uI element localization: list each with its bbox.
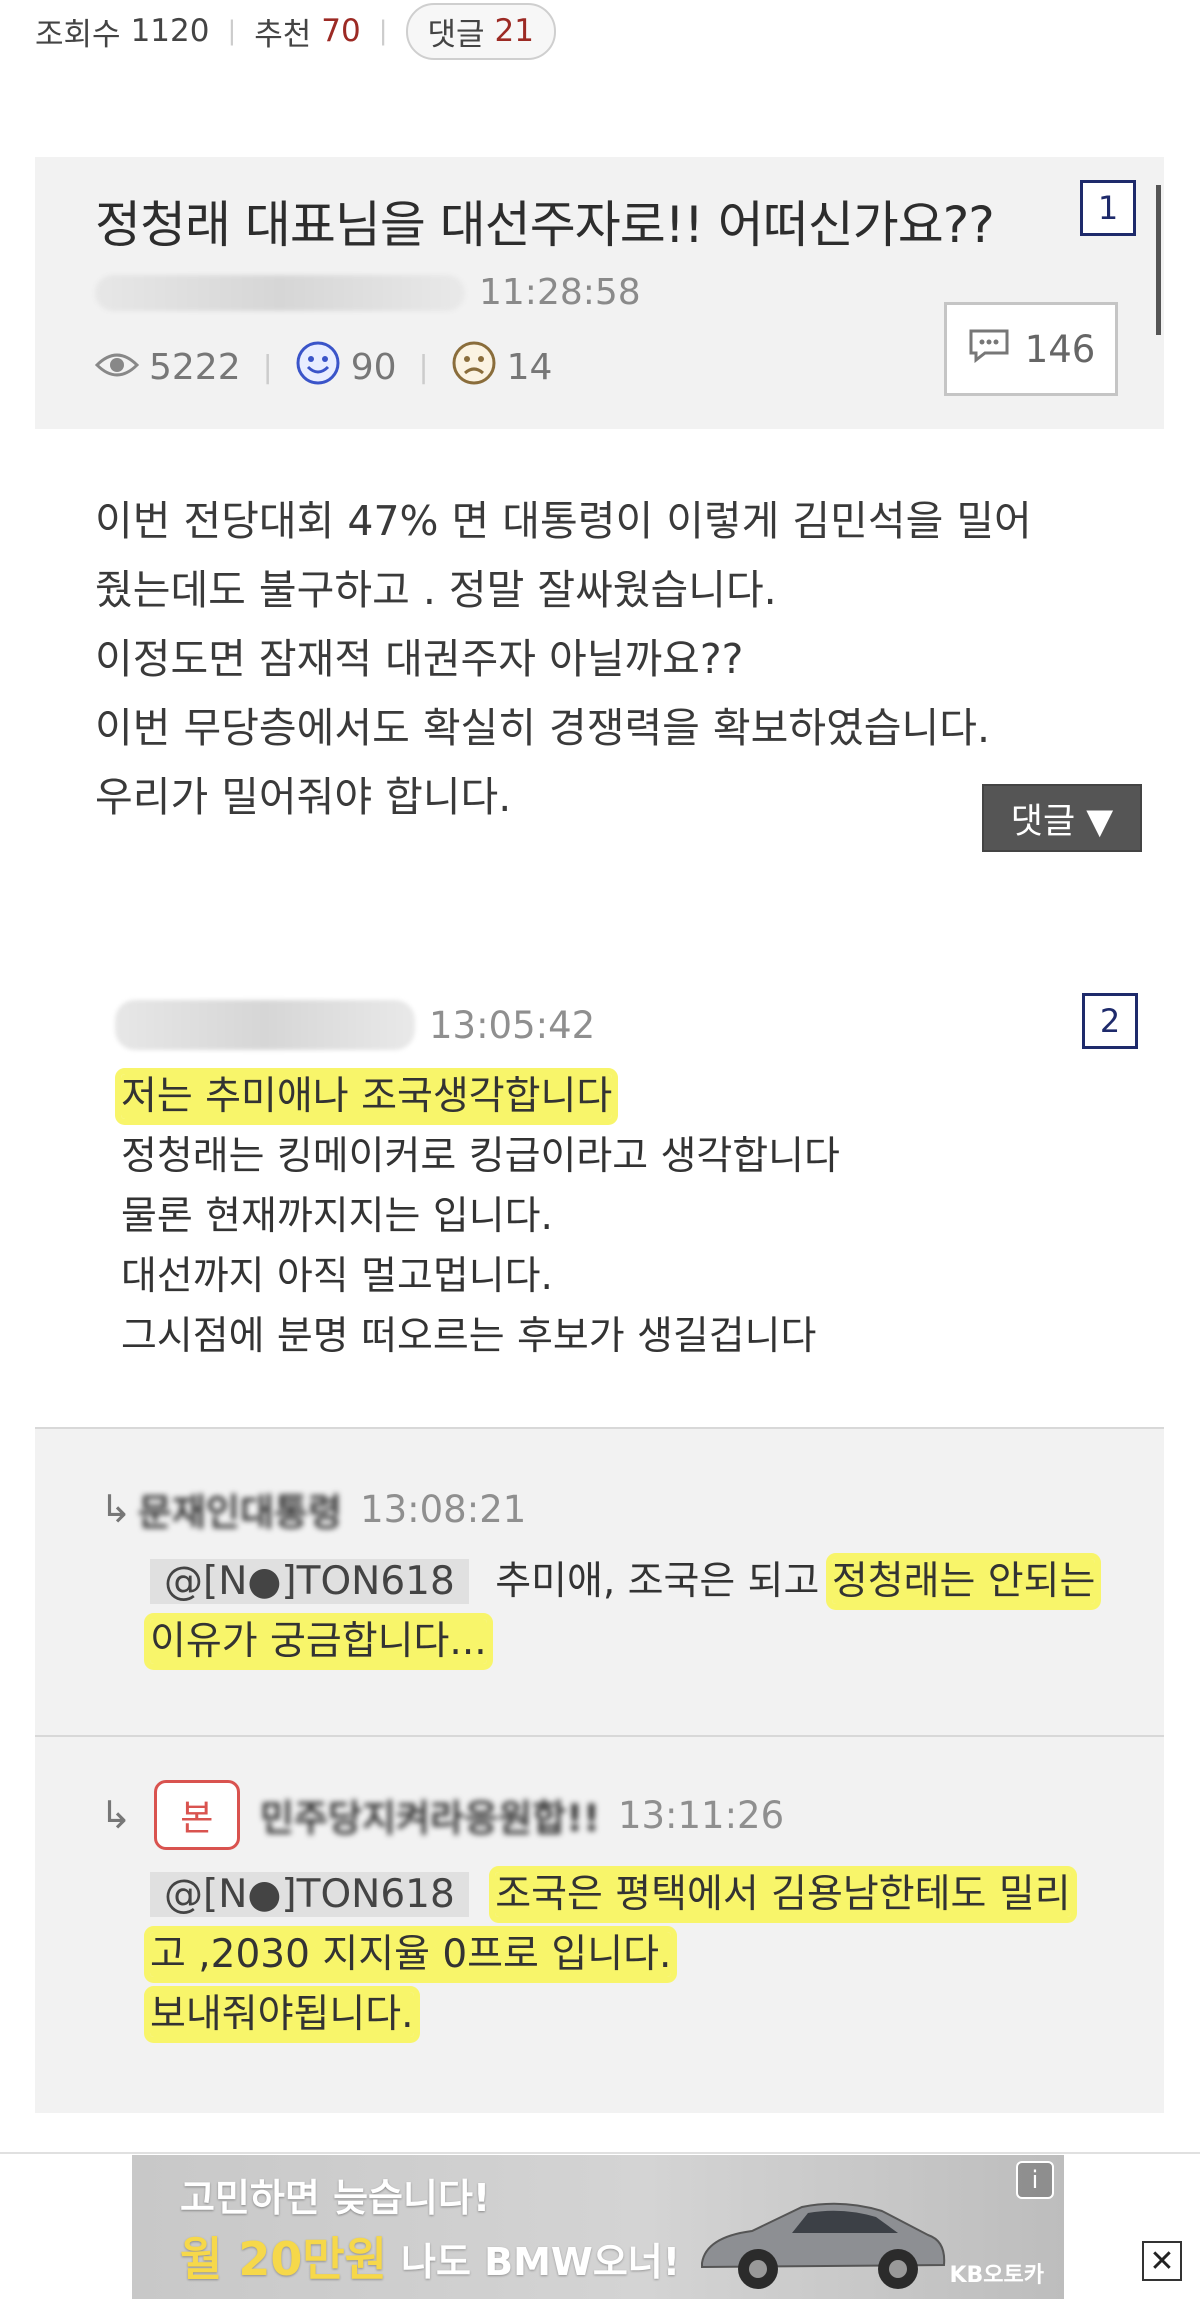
divider: | [227,16,237,46]
ad-brand-logo: KB오토카 [949,2263,1044,2288]
reply-author[interactable]: 문재인대통령 [138,1482,342,1536]
comment-meta: 13:05:42 [115,1000,595,1050]
divider: | [378,16,388,46]
frown-icon[interactable] [451,340,497,395]
reply-time: 13:08:21 [360,1487,527,1531]
close-icon[interactable]: ✕ [1142,2241,1182,2281]
reply-body: @[N●]TON618 조국은 평택에서 김용남한테도 밀리 고 ,2030 지… [150,1865,1071,2045]
highlighted-text: 이유가 궁금합니다... [150,1619,487,1664]
likes-count: 90 [350,347,397,388]
comment-line: 정청래는 킹메이커로 킹급이라고 생각합니다 [121,1134,840,1179]
stamp-icon: 본 [153,1780,240,1850]
highlighted-text: 보내줘야됩니다. [150,1992,414,2037]
author-name[interactable] [95,274,465,311]
reply-meta: ↳ 본 민주당지켜라응원합!! 13:11:26 [100,1780,784,1850]
divider: | [418,350,429,385]
reply-meta: ↳ 문재인대통령 13:08:21 [100,1482,526,1536]
reply-body: @[N●]TON618 추미애, 조국은 되고 정청래는 안되는 이유가 궁금합… [150,1552,1096,1672]
comments-label: 댓글 [427,16,485,53]
body-line: 줬는데도 불구하고 . 정말 잘싸웠습니다. [95,566,777,614]
body-line: 우리가 밀어줘야 합니다. [95,773,512,821]
ad-price: 월 20만원 [180,2232,387,2286]
annotation-marker: 1 [1080,180,1136,236]
eye-icon [94,347,140,388]
views-label: 조회수 [35,16,121,53]
annotation-marker: 2 [1082,993,1138,1049]
divider: | [262,350,273,385]
comment-time: 13:05:42 [429,1003,596,1047]
comment-line: 그시점에 분명 떠오르는 후보가 생길겁니다 [121,1314,817,1359]
scrollbar[interactable] [1156,185,1161,335]
article-title: 정청래 대표님을 대선주자로!! 어떠신가요?? [95,196,995,254]
article-author-line: 11:28:58 [95,272,641,313]
comment-line: 물론 현재까지지는 입니다. [121,1194,553,1239]
ad-headline: 고민하면 늦습니다! [180,2176,491,2220]
reply-arrow-icon: ↳ [100,1487,132,1531]
highlighted-text: 저는 추미애나 조국생각합니다 [121,1074,613,1119]
comment-toggle-button[interactable]: 댓글 ▼ [982,784,1142,852]
highlighted-text: 정청래는 안되는 [831,1559,1096,1604]
info-icon[interactable]: i [1016,2161,1054,2199]
recommend-count: 70 [321,13,361,49]
comment-count-button[interactable]: 146 [944,302,1118,396]
comment-body: 저는 추미애나 조국생각합니다 정청래는 킹메이커로 킹급이라고 생각합니다 물… [121,1067,840,1367]
highlighted-text: 조국은 평택에서 김용남한테도 밀리 [495,1872,1071,1917]
ad-offer: 월 20만원 나도 BMW오너! [180,2223,680,2289]
ad-tagline: 나도 BMW오너! [401,2240,681,2284]
dislikes-count: 14 [506,347,553,388]
ad-banner[interactable]: 고민하면 늦습니다! 월 20만원 나도 BMW오너! KB오토카 i [132,2155,1064,2299]
article-time: 11:28:58 [479,272,641,313]
reply-time: 13:11:26 [617,1793,785,1837]
car-icon [692,2185,952,2299]
comment-line: 대선까지 아직 멀고멉니다. [121,1254,553,1299]
views-count: 1120 [130,13,210,49]
top-stats-bar: 조회수 1120 | 추천 70 | 댓글 21 [35,0,556,62]
recommend-label: 추천 [254,16,312,53]
highlighted-text: 고 ,2030 지지율 0프로 입니다. [150,1932,672,1977]
body-line: 이번 전당대회 47% 면 대통령이 이렇게 김민석을 밀어 [95,497,1032,545]
comment-count: 146 [1024,327,1096,371]
speech-bubble-icon [967,327,1011,372]
views-count: 5222 [149,347,241,388]
body-line: 이번 무당층에서도 확실히 경쟁력을 확보하였습니다. [95,704,991,752]
body-line: 이정도면 잠재적 대권주자 아닐까요?? [95,635,744,683]
reply-author[interactable]: 민주당지켜라응원합!! [260,1788,600,1842]
comments-count: 21 [494,13,534,49]
reply-text: 추미애, 조국은 되고 [495,1559,832,1604]
reply-arrow-icon: ↳ [100,1793,132,1837]
article-body: 이번 전당대회 47% 면 대통령이 이렇게 김민석을 밀어 줬는데도 불구하고… [95,487,1135,832]
comments-pill-button[interactable]: 댓글 21 [405,2,556,60]
avatar[interactable] [115,1000,415,1050]
mention-tag[interactable]: @[N●]TON618 [150,1872,469,1917]
article-stats: 5222 | 90 | 14 [94,340,553,395]
mention-tag[interactable]: @[N●]TON618 [150,1559,469,1604]
smile-icon[interactable] [295,340,341,395]
